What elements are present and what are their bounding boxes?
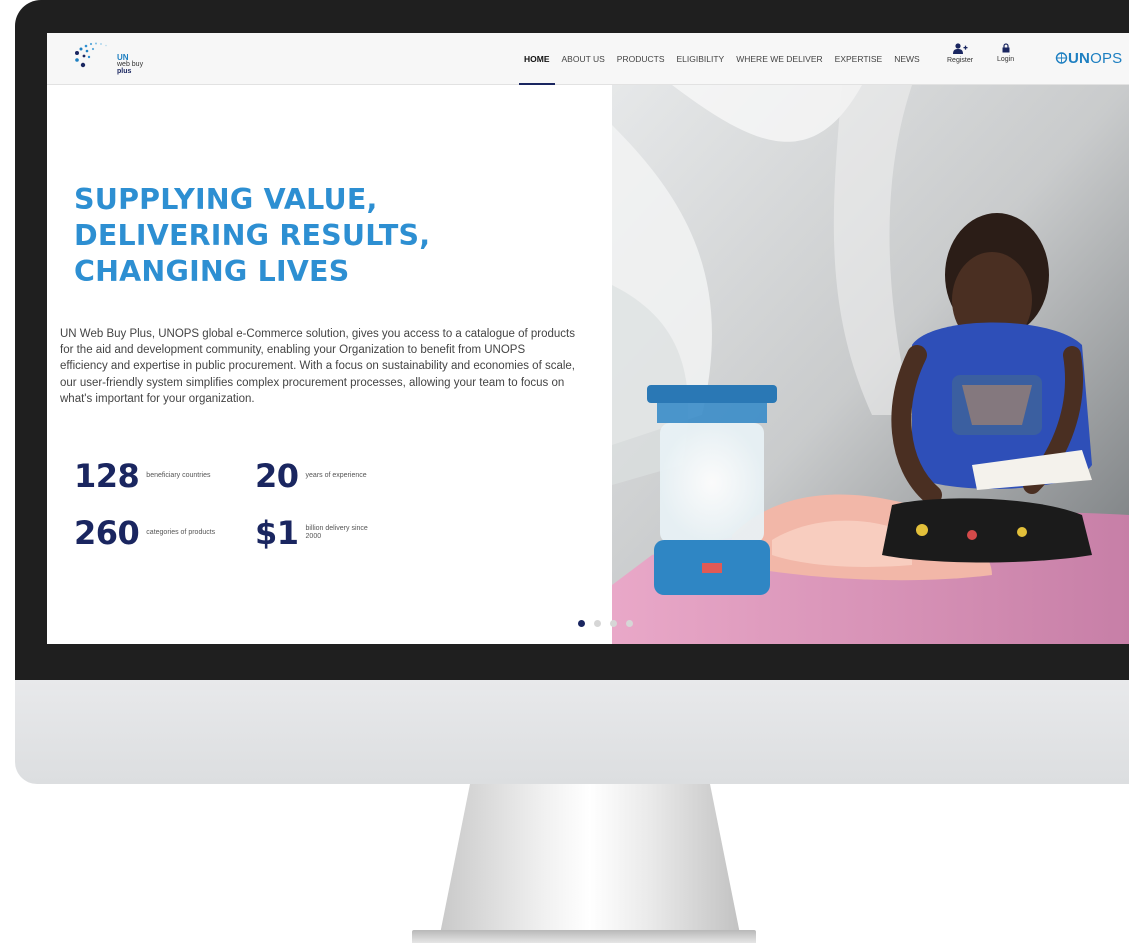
- carousel-dot-1[interactable]: [578, 620, 585, 627]
- hero-photo: [612, 85, 1129, 644]
- monitor-stand: [440, 784, 740, 934]
- stat-years-experience: 20 years of experience: [255, 457, 376, 495]
- screen: UN web buy plus HOME ABOUT US PRODUCTS E…: [47, 33, 1129, 644]
- logo-plus: plus: [117, 68, 132, 75]
- logo-dots-icon: [75, 42, 107, 68]
- monitor-chin: [15, 680, 1129, 784]
- register-button[interactable]: Register: [947, 43, 973, 64]
- site-logo[interactable]: UN web buy plus: [73, 41, 153, 77]
- hero-description: UN Web Buy Plus, UNOPS global e-Commerce…: [60, 328, 576, 405]
- headline-line-2: DELIVERING RESULTS,: [74, 219, 431, 252]
- nav-products[interactable]: PRODUCTS: [617, 33, 665, 85]
- stat-beneficiary-countries: 128 beneficiary countries: [74, 457, 216, 495]
- nav-where-we-deliver[interactable]: WHERE WE DELIVER: [736, 33, 822, 85]
- lock-icon: [1002, 43, 1010, 53]
- hero-photo-illustration: [612, 85, 1129, 644]
- nav-eligibility[interactable]: ELIGIBILITY: [677, 33, 725, 85]
- stat-label: categories of products: [146, 529, 216, 536]
- carousel-dot-2[interactable]: [594, 620, 601, 627]
- nav-expertise[interactable]: EXPERTISE: [835, 33, 883, 85]
- unops-brand-ops: OPS: [1090, 50, 1123, 67]
- stat-value: $1: [255, 514, 299, 552]
- nav-about-us[interactable]: ABOUT US: [562, 33, 605, 85]
- monitor-stand-base: [412, 930, 756, 943]
- logo-webbuy: web buy: [117, 61, 144, 68]
- stat-label: years of experience: [305, 472, 367, 479]
- stat-billion-delivery: $1 billion delivery since 2000: [255, 514, 376, 552]
- unops-brand-un: UN: [1068, 50, 1091, 67]
- headline-line-3: CHANGING LIVES: [74, 255, 350, 288]
- un-emblem-icon: [1055, 52, 1068, 64]
- main-nav: HOME ABOUT US PRODUCTS ELIGIBILITY WHERE…: [519, 33, 932, 85]
- carousel-dot-3[interactable]: [610, 620, 617, 627]
- carousel-indicators: [578, 620, 633, 627]
- stat-value: 260: [74, 514, 140, 552]
- stat-value: 20: [255, 457, 299, 495]
- headline-line-1: SUPPLYING VALUE,: [74, 183, 378, 216]
- stat-label: billion delivery since 2000: [305, 525, 368, 540]
- logo-un: UN: [117, 53, 129, 62]
- hero-headline: SUPPLYING VALUE, DELIVERING RESULTS, CHA…: [74, 182, 594, 290]
- carousel-dot-4[interactable]: [626, 620, 633, 627]
- unops-brand[interactable]: UNOPS: [1055, 50, 1122, 67]
- logo-text: UN web buy plus: [117, 53, 144, 76]
- login-label: Login: [997, 56, 1015, 63]
- user-plus-icon: [953, 43, 968, 54]
- nav-news[interactable]: NEWS: [894, 33, 920, 85]
- stat-label: beneficiary countries: [146, 472, 211, 479]
- register-label: Register: [947, 57, 974, 64]
- site-header: UN web buy plus HOME ABOUT US PRODUCTS E…: [47, 33, 1129, 85]
- login-button[interactable]: Login: [997, 43, 1014, 63]
- stat-product-categories: 260 categories of products: [74, 514, 216, 552]
- nav-home[interactable]: HOME: [519, 33, 554, 85]
- stat-value: 128: [74, 457, 140, 495]
